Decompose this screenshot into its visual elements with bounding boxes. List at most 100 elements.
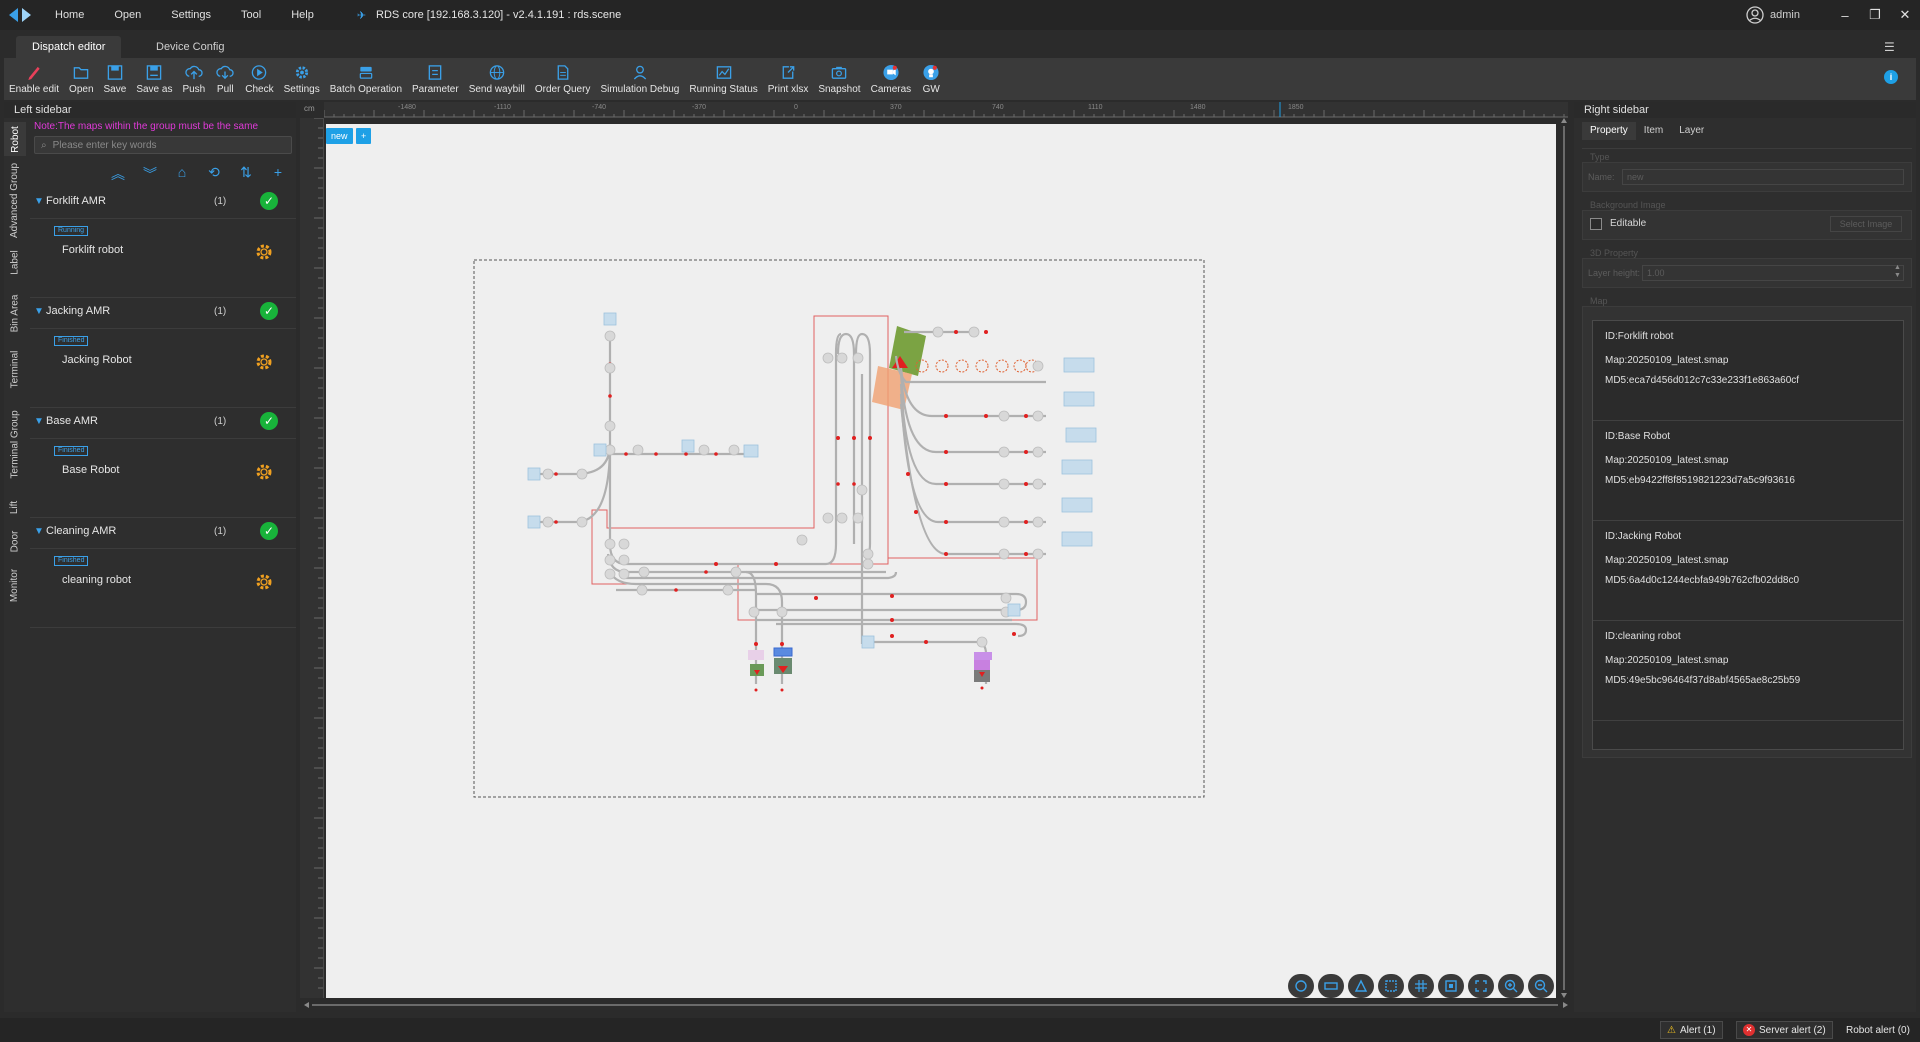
list-item[interactable]: ID:Forklift robot Map:20250109_latest.sm… bbox=[1593, 321, 1903, 421]
sliders-icon[interactable]: ☰ bbox=[1884, 40, 1895, 54]
tab-item[interactable]: Item bbox=[1636, 122, 1671, 140]
title-bar: Home Open Settings Tool Help ✈ RDS core … bbox=[0, 0, 1920, 30]
list-item[interactable]: ID:Base Robot Map:20250109_latest.smap M… bbox=[1593, 421, 1903, 521]
vtab-monitor[interactable]: Monitor bbox=[4, 560, 26, 610]
parameter-button[interactable]: Parameter bbox=[407, 58, 464, 95]
enable-edit-button[interactable]: Enable edit bbox=[4, 58, 64, 95]
check-button[interactable]: Check bbox=[240, 58, 278, 95]
robot-view-icon[interactable] bbox=[1288, 974, 1314, 998]
menu-home[interactable]: Home bbox=[40, 9, 99, 21]
grid-icon[interactable] bbox=[1408, 974, 1434, 998]
list-item[interactable]: ID:cleaning robot Map:20250109_latest.sm… bbox=[1593, 621, 1903, 721]
search-input[interactable]: ⌕ Please enter key words bbox=[34, 136, 292, 154]
map-list: ID:Forklift robot Map:20250109_latest.sm… bbox=[1592, 320, 1904, 750]
group-header[interactable]: ▼ Jacking AMR (1) ✓ bbox=[34, 298, 296, 324]
restore-button[interactable]: ❐ bbox=[1860, 7, 1890, 23]
zoom-out-icon[interactable] bbox=[1528, 974, 1554, 998]
server-alert-button[interactable]: ✕ Server alert (2) bbox=[1736, 1021, 1833, 1039]
ruler-label: 740 bbox=[992, 104, 1004, 111]
send-waybill-button[interactable]: Send waybill bbox=[464, 58, 530, 95]
menu-open[interactable]: Open bbox=[99, 9, 156, 21]
status-badge: Finished bbox=[54, 336, 89, 346]
alert-button[interactable]: ⚠ Alert (1) bbox=[1660, 1021, 1723, 1039]
map-md5: MD5:49e5bc96464f37d8abf4565ae8c25b59 bbox=[1605, 675, 1801, 686]
name-input[interactable]: new bbox=[1622, 169, 1904, 185]
menu-tool[interactable]: Tool bbox=[226, 9, 276, 21]
robot-name[interactable]: Jacking Robot bbox=[62, 354, 132, 366]
menu-help[interactable]: Help bbox=[276, 9, 329, 21]
scene-map bbox=[473, 259, 1205, 798]
scene-stage[interactable]: new + bbox=[326, 124, 1556, 998]
gw-button[interactable]: GW bbox=[916, 58, 946, 95]
zoom-in-icon[interactable] bbox=[1498, 974, 1524, 998]
tab-device-config[interactable]: Device Config bbox=[140, 36, 240, 58]
tab-property[interactable]: Property bbox=[1582, 122, 1636, 140]
robot-name[interactable]: Forklift robot bbox=[62, 244, 123, 256]
export-icon bbox=[778, 63, 798, 81]
push-button[interactable]: Push bbox=[177, 58, 210, 95]
add-group-icon[interactable]: + bbox=[262, 164, 294, 182]
close-button[interactable]: ✕ bbox=[1890, 7, 1920, 23]
vertical-scrollbar[interactable] bbox=[1560, 118, 1568, 998]
pull-button[interactable]: Pull bbox=[210, 58, 240, 95]
gear-icon[interactable] bbox=[254, 572, 274, 592]
vtab-bin-area[interactable]: Bin Area bbox=[4, 286, 26, 340]
group-header[interactable]: ▼ Forklift AMR (1) ✓ bbox=[34, 188, 296, 214]
menu-settings[interactable]: Settings bbox=[156, 9, 226, 21]
order-query-button[interactable]: Order Query bbox=[530, 58, 596, 95]
settings-button[interactable]: Settings bbox=[279, 58, 325, 95]
save-button[interactable]: Save bbox=[99, 58, 132, 95]
minimize-button[interactable]: – bbox=[1830, 8, 1860, 23]
select-image-button[interactable]: Select Image bbox=[1830, 216, 1902, 232]
pin-icon: ✈ bbox=[356, 9, 367, 22]
save-as-button[interactable]: Save as bbox=[131, 58, 177, 95]
simulation-debug-button[interactable]: Simulation Debug bbox=[595, 58, 684, 95]
robot-name[interactable]: Base Robot bbox=[62, 464, 119, 476]
print-xlsx-button[interactable]: Print xlsx bbox=[763, 58, 814, 95]
snapshot-button[interactable]: Snapshot bbox=[813, 58, 865, 95]
group-header[interactable]: ▼ Cleaning AMR (1) ✓ bbox=[34, 518, 296, 544]
refresh-icon[interactable]: ⟲ bbox=[198, 164, 230, 182]
gear-icon[interactable] bbox=[254, 242, 274, 262]
select-icon[interactable] bbox=[1378, 974, 1404, 998]
gear-icon[interactable] bbox=[254, 352, 274, 372]
move-bottom-icon[interactable]: ︾ bbox=[134, 164, 166, 182]
frame-icon[interactable] bbox=[1468, 974, 1494, 998]
user-menu[interactable]: admin bbox=[1746, 6, 1800, 24]
vtab-robot[interactable]: Robot bbox=[4, 122, 26, 156]
editable-checkbox[interactable] bbox=[1590, 218, 1602, 230]
left-sidebar: Left sidebar Robot Advanced Group Label … bbox=[4, 102, 296, 1012]
info-icon[interactable]: i bbox=[1884, 70, 1898, 84]
open-button[interactable]: Open bbox=[64, 58, 98, 95]
list-item[interactable]: ID:Jacking Robot Map:20250109_latest.sma… bbox=[1593, 521, 1903, 621]
vtab-label[interactable]: Label bbox=[4, 242, 26, 282]
fit-view-icon[interactable] bbox=[1438, 974, 1464, 998]
clean-icon[interactable]: ⌂ bbox=[166, 164, 198, 182]
running-status-button[interactable]: Running Status bbox=[684, 58, 762, 95]
vtab-lift[interactable]: Lift bbox=[4, 492, 26, 522]
measure-icon[interactable] bbox=[1348, 974, 1374, 998]
group-header[interactable]: ▼ Base AMR (1) ✓ bbox=[34, 408, 296, 434]
tab-dispatch-editor[interactable]: Dispatch editor bbox=[16, 36, 122, 58]
gear-icon[interactable] bbox=[254, 462, 274, 482]
map-robot-id: ID:Base Robot bbox=[1605, 431, 1671, 442]
vtab-advanced-group[interactable]: Advanced Group bbox=[4, 160, 26, 240]
stepper-icon[interactable]: ▲ ▼ bbox=[1894, 264, 1901, 280]
batch-operation-button[interactable]: Batch Operation bbox=[325, 58, 407, 95]
horizontal-scrollbar[interactable] bbox=[304, 1000, 1568, 1008]
robot-name[interactable]: cleaning robot bbox=[62, 574, 131, 586]
3d-property-label: 3D Property bbox=[1590, 248, 1639, 258]
robot-group: ▼ Cleaning AMR (1) ✓ Finished cleaning r… bbox=[30, 518, 296, 628]
path-network bbox=[536, 330, 1046, 684]
vtab-terminal[interactable]: Terminal bbox=[4, 342, 26, 396]
camera-icon bbox=[829, 63, 849, 81]
vtab-terminal-group[interactable]: Terminal Group bbox=[4, 398, 26, 490]
cameras-button[interactable]: Cameras bbox=[866, 58, 917, 95]
vtab-door[interactable]: Door bbox=[4, 524, 26, 558]
robot-alert-button[interactable]: Robot alert (0) bbox=[1840, 1021, 1916, 1039]
layer-height-input[interactable]: 1.00 bbox=[1642, 265, 1904, 281]
move-top-icon[interactable]: ︽ bbox=[102, 164, 134, 182]
sort-icon[interactable]: ⇅ bbox=[230, 164, 262, 182]
tab-layer[interactable]: Layer bbox=[1671, 122, 1712, 140]
ruler-icon[interactable] bbox=[1318, 974, 1344, 998]
